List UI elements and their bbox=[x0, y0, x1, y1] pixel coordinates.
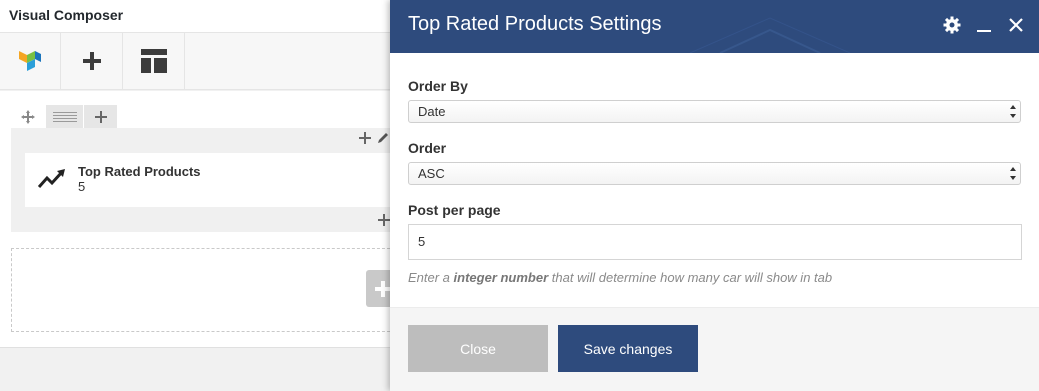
save-changes-button[interactable]: Save changes bbox=[558, 325, 698, 372]
move-icon bbox=[21, 109, 35, 124]
vc-logo-button[interactable] bbox=[0, 33, 61, 89]
pencil-icon bbox=[378, 133, 388, 143]
modal-body: Order By Date Order ASC Post per page 5 … bbox=[390, 53, 1039, 307]
vc-toolbar bbox=[0, 33, 400, 90]
order-label: Order bbox=[408, 140, 447, 156]
order-select[interactable]: ASC bbox=[408, 162, 1021, 185]
post-per-page-label: Post per page bbox=[408, 202, 501, 218]
order-by-value: Date bbox=[418, 104, 446, 119]
help-suffix: that will determine how many car will sh… bbox=[548, 270, 833, 285]
vc-title: Visual Composer bbox=[9, 7, 124, 23]
settings-modal: Top Rated Products Settings Order By Dat… bbox=[390, 0, 1039, 391]
modal-header-controls bbox=[941, 14, 1027, 36]
gear-icon bbox=[943, 16, 961, 34]
plus-icon bbox=[94, 110, 107, 123]
post-per-page-help: Enter a integer number that will determi… bbox=[408, 270, 832, 285]
vc-logo-icon bbox=[19, 51, 41, 71]
column-add-button[interactable] bbox=[358, 131, 374, 147]
element-value: 5 bbox=[78, 179, 86, 194]
help-bold: integer number bbox=[453, 270, 549, 285]
element-name: Top Rated Products bbox=[78, 164, 201, 179]
close-button[interactable]: Close bbox=[408, 325, 548, 372]
editor-bottom-strip bbox=[0, 347, 400, 391]
plus-icon bbox=[83, 52, 101, 70]
element-card[interactable]: Top Rated Products 5 bbox=[25, 153, 400, 207]
order-by-select[interactable]: Date bbox=[408, 100, 1021, 123]
close-modal-button[interactable] bbox=[1005, 14, 1027, 36]
post-per-page-input[interactable]: 5 bbox=[408, 224, 1022, 260]
row-layout-button[interactable] bbox=[46, 105, 83, 128]
templates-icon bbox=[141, 49, 167, 73]
minimize-button[interactable] bbox=[973, 14, 995, 36]
select-arrows-icon bbox=[1010, 167, 1016, 180]
modal-header[interactable]: Top Rated Products Settings bbox=[390, 0, 1039, 53]
minimize-icon bbox=[977, 30, 991, 32]
plus-icon bbox=[378, 214, 390, 226]
plus-icon bbox=[359, 132, 371, 144]
help-prefix: Enter a bbox=[408, 270, 454, 285]
row-add-button[interactable] bbox=[84, 105, 117, 128]
row-move-handle[interactable] bbox=[11, 105, 45, 128]
order-value: ASC bbox=[418, 166, 445, 181]
row-controls bbox=[11, 105, 118, 128]
row-layout-icon bbox=[52, 111, 77, 122]
templates-button[interactable] bbox=[124, 33, 185, 89]
settings-gear-button[interactable] bbox=[941, 14, 963, 36]
modal-footer: Close Save changes bbox=[390, 307, 1039, 391]
modal-title: Top Rated Products Settings bbox=[408, 13, 662, 35]
order-by-label: Order By bbox=[408, 78, 468, 94]
trending-chart-icon bbox=[38, 169, 65, 188]
select-arrows-icon bbox=[1010, 105, 1016, 118]
vc-title-bar: Visual Composer bbox=[0, 0, 400, 33]
add-element-button[interactable] bbox=[62, 33, 123, 89]
close-icon bbox=[1009, 18, 1023, 32]
empty-row-dropzone[interactable] bbox=[11, 248, 400, 332]
